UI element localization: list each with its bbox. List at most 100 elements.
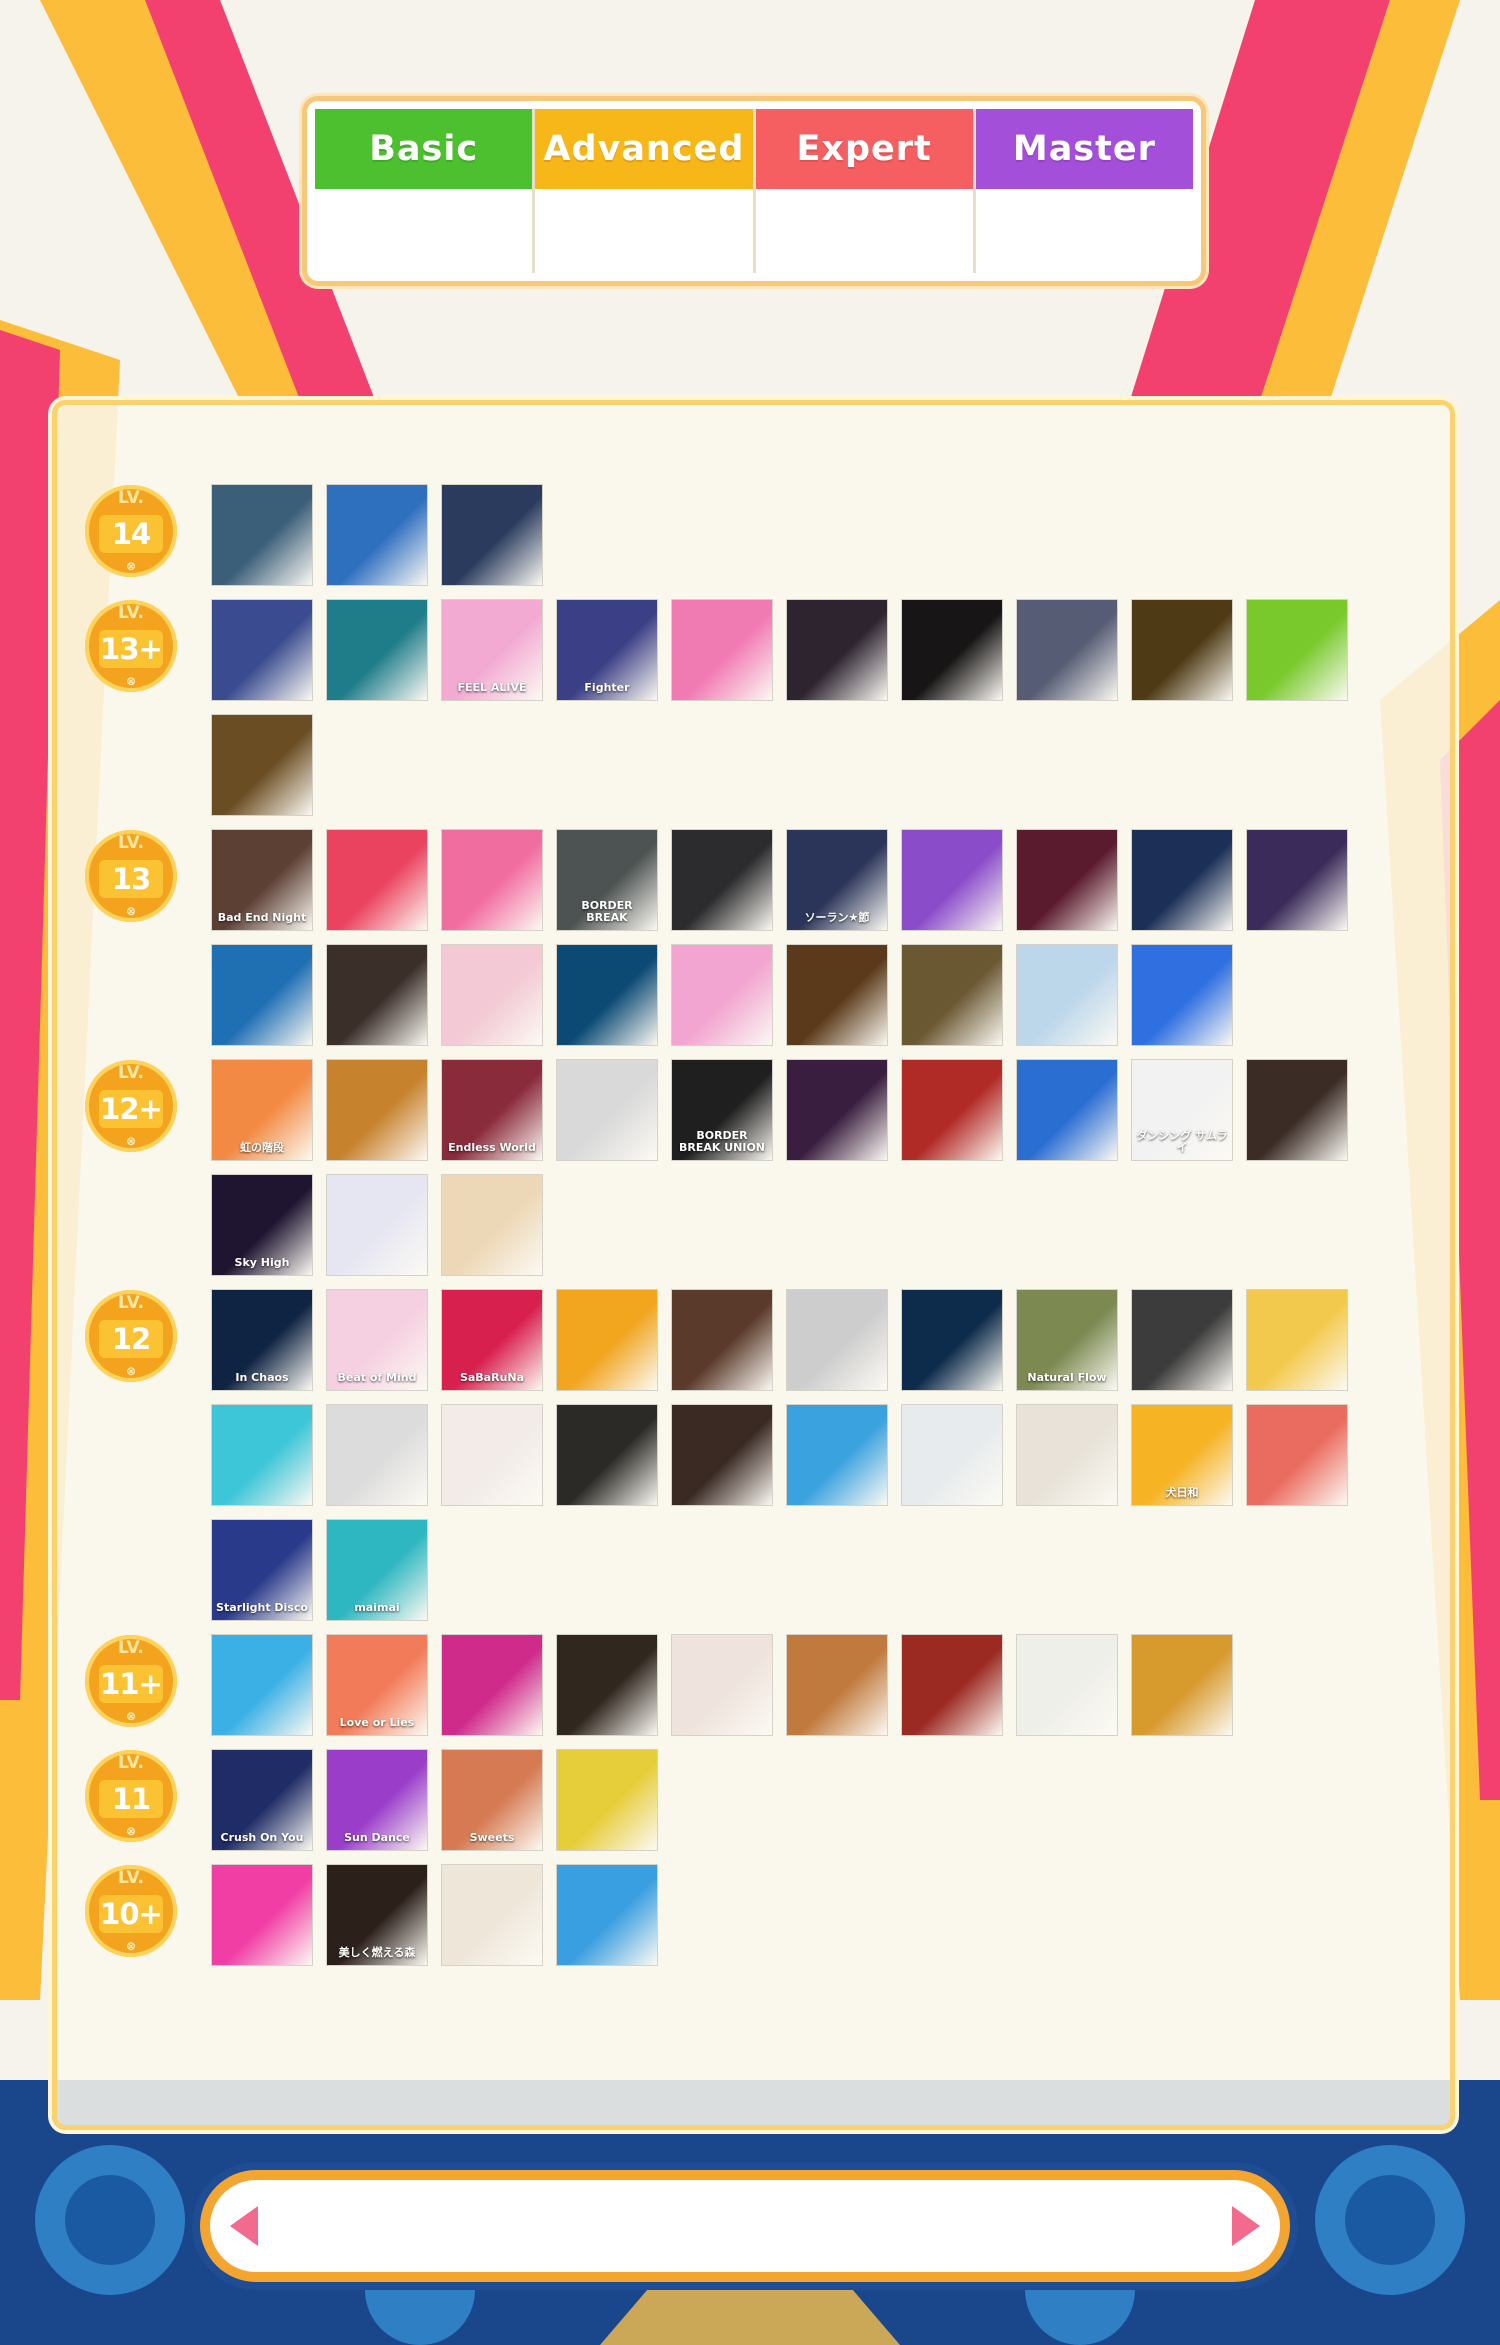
song-cover[interactable] bbox=[327, 1175, 427, 1275]
song-cover[interactable]: ソーラン★節 bbox=[787, 830, 887, 930]
song-cover[interactable] bbox=[1017, 945, 1117, 1045]
song-cover[interactable] bbox=[212, 1405, 312, 1505]
song-cover[interactable] bbox=[1247, 1290, 1347, 1390]
song-cover[interactable]: Sun Dance bbox=[327, 1750, 427, 1850]
song-cover[interactable] bbox=[212, 1635, 312, 1735]
song-cover[interactable] bbox=[212, 1865, 312, 1965]
song-cover[interactable] bbox=[1017, 1635, 1117, 1735]
song-cover-title: SaBaRuNa bbox=[459, 1371, 525, 1384]
song-cover-title: Starlight Disco bbox=[216, 1601, 308, 1614]
tab-master[interactable]: Master bbox=[975, 109, 1193, 273]
song-cover[interactable] bbox=[672, 1405, 772, 1505]
song-cover[interactable] bbox=[672, 600, 772, 700]
song-cover-title: ダンシング サムライ bbox=[1136, 1129, 1228, 1154]
song-cover[interactable] bbox=[327, 1405, 427, 1505]
song-cover[interactable] bbox=[327, 945, 427, 1045]
song-cover[interactable] bbox=[557, 1405, 657, 1505]
tab-advanced[interactable]: Advanced bbox=[535, 109, 756, 273]
tab-expert[interactable]: Expert bbox=[755, 109, 976, 273]
song-cover[interactable] bbox=[787, 1060, 887, 1160]
level-badge-column: LV. 12 ⊗ bbox=[57, 1290, 212, 1390]
song-cover[interactable] bbox=[1017, 1060, 1117, 1160]
song-cover[interactable] bbox=[787, 1635, 887, 1735]
song-cover[interactable]: Fighter bbox=[557, 600, 657, 700]
song-cover[interactable] bbox=[787, 1290, 887, 1390]
song-cover[interactable] bbox=[327, 600, 427, 700]
song-cover[interactable] bbox=[442, 1405, 542, 1505]
song-cover[interactable] bbox=[1132, 1290, 1232, 1390]
song-cover[interactable] bbox=[1132, 600, 1232, 700]
song-cover[interactable] bbox=[1132, 830, 1232, 930]
song-cover[interactable]: FEEL ALIVE bbox=[442, 600, 542, 700]
song-cover[interactable] bbox=[1247, 600, 1347, 700]
song-cover[interactable] bbox=[557, 1865, 657, 1965]
song-cover[interactable] bbox=[672, 1635, 772, 1735]
song-cover[interactable] bbox=[327, 830, 427, 930]
song-cover[interactable] bbox=[1132, 945, 1232, 1045]
song-cover[interactable] bbox=[442, 485, 542, 585]
song-cover[interactable] bbox=[902, 1290, 1002, 1390]
song-cover[interactable] bbox=[1017, 600, 1117, 700]
song-cover[interactable] bbox=[212, 715, 312, 815]
song-cover[interactable] bbox=[212, 600, 312, 700]
song-cover[interactable]: 美しく燃える森 bbox=[327, 1865, 427, 1965]
song-cover[interactable] bbox=[327, 485, 427, 585]
song-cover[interactable] bbox=[1247, 1060, 1347, 1160]
song-cover[interactable] bbox=[902, 830, 1002, 930]
song-cover[interactable] bbox=[327, 1060, 427, 1160]
song-cover[interactable] bbox=[212, 485, 312, 585]
song-cover[interactable] bbox=[787, 1405, 887, 1505]
song-cover-title: FEEL ALIVE bbox=[457, 681, 527, 694]
song-cover[interactable] bbox=[557, 1060, 657, 1160]
song-cover[interactable] bbox=[1017, 830, 1117, 930]
song-cover[interactable] bbox=[902, 1405, 1002, 1505]
song-cover[interactable] bbox=[902, 600, 1002, 700]
song-cover[interactable]: Sky High bbox=[212, 1175, 312, 1275]
song-cover[interactable]: Endless World bbox=[442, 1060, 542, 1160]
song-cover[interactable]: SaBaRuNa bbox=[442, 1290, 542, 1390]
song-cover[interactable]: BORDER BREAK UNION bbox=[672, 1060, 772, 1160]
song-cover[interactable]: Bad End Night bbox=[212, 830, 312, 930]
song-cover[interactable] bbox=[442, 1865, 542, 1965]
song-cover[interactable] bbox=[557, 1290, 657, 1390]
song-cover[interactable]: 虹の階段 bbox=[212, 1060, 312, 1160]
song-cover[interactable]: Love or Lies bbox=[327, 1635, 427, 1735]
song-cover[interactable]: Sweets bbox=[442, 1750, 542, 1850]
level-badge-prefix: LV. bbox=[118, 833, 144, 853]
song-cover[interactable] bbox=[1247, 1405, 1347, 1505]
song-cover[interactable] bbox=[902, 1635, 1002, 1735]
song-cover[interactable]: Starlight Disco bbox=[212, 1520, 312, 1620]
song-cover[interactable] bbox=[442, 1175, 542, 1275]
song-cover[interactable] bbox=[1132, 1635, 1232, 1735]
cover-grid: In Chaos Beat of Mind SaBaRuNa Natural Flow… bbox=[212, 1290, 1372, 1620]
song-cover[interactable]: ダンシング サムライ bbox=[1132, 1060, 1232, 1160]
song-cover[interactable] bbox=[212, 945, 312, 1045]
song-cover[interactable]: BORDER BREAK bbox=[557, 830, 657, 930]
song-cover-title: Bad End Night bbox=[217, 911, 307, 924]
left-arrow-icon[interactable] bbox=[230, 2206, 258, 2246]
song-cover[interactable] bbox=[672, 1290, 772, 1390]
level-badge: LV. 13 ⊗ bbox=[85, 830, 177, 922]
song-cover[interactable] bbox=[442, 1635, 542, 1735]
song-cover[interactable] bbox=[787, 945, 887, 1045]
song-cover[interactable] bbox=[672, 945, 772, 1045]
right-arrow-icon[interactable] bbox=[1232, 2206, 1260, 2246]
song-cover[interactable]: Beat of Mind bbox=[327, 1290, 427, 1390]
tab-basic[interactable]: Basic bbox=[315, 109, 536, 273]
song-cover[interactable] bbox=[442, 945, 542, 1045]
song-cover[interactable]: In Chaos bbox=[212, 1290, 312, 1390]
song-cover[interactable] bbox=[902, 945, 1002, 1045]
song-cover[interactable]: maimai bbox=[327, 1520, 427, 1620]
song-cover[interactable] bbox=[902, 1060, 1002, 1160]
song-cover[interactable]: Crush On You bbox=[212, 1750, 312, 1850]
song-cover[interactable] bbox=[1017, 1405, 1117, 1505]
song-cover[interactable] bbox=[442, 830, 542, 930]
song-cover[interactable] bbox=[557, 1635, 657, 1735]
song-cover[interactable] bbox=[787, 600, 887, 700]
song-cover[interactable] bbox=[557, 1750, 657, 1850]
song-cover[interactable] bbox=[1247, 830, 1347, 930]
song-cover[interactable] bbox=[672, 830, 772, 930]
song-cover[interactable]: Natural Flow bbox=[1017, 1290, 1117, 1390]
song-cover[interactable] bbox=[557, 945, 657, 1045]
song-cover[interactable]: 犬日和 bbox=[1132, 1405, 1232, 1505]
